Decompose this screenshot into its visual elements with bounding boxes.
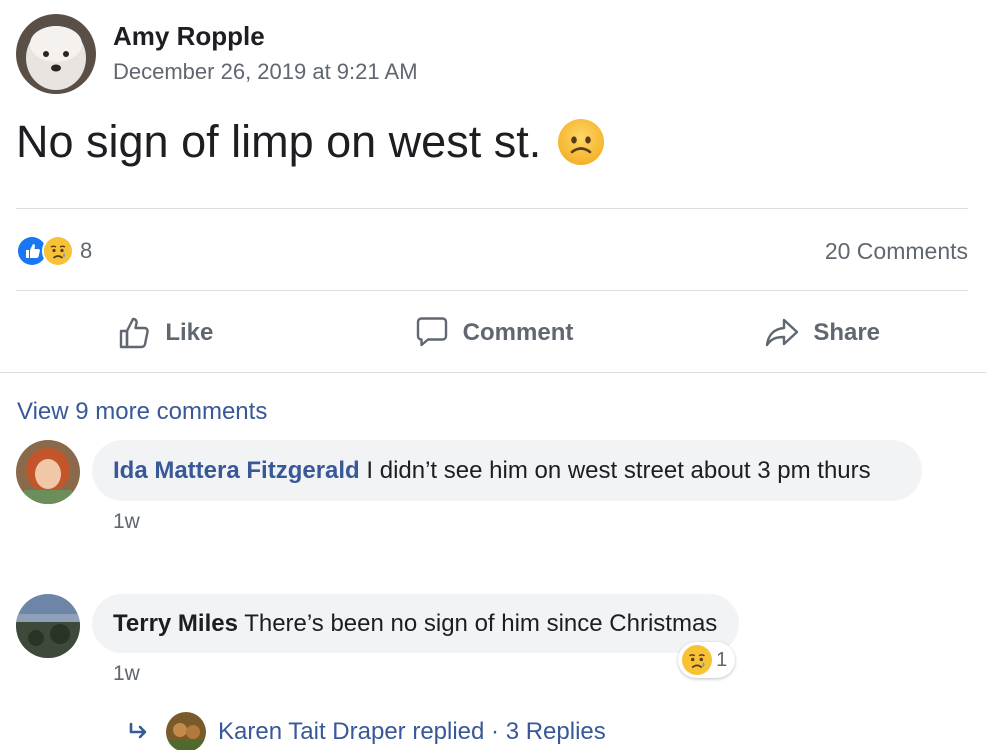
post-header: Amy Ropple December 26, 2019 at 9:21 AM [16, 14, 418, 94]
commenter-name[interactable]: Terry Miles [113, 610, 238, 637]
commenter-name[interactable]: Ida Mattera Fitzgerald [113, 457, 360, 484]
post-text-content: No sign of limp on west st. [16, 116, 542, 167]
share-button[interactable]: Share [657, 294, 986, 372]
reply-arrow-icon [129, 722, 147, 739]
author-avatar[interactable] [16, 14, 96, 94]
thumbs-up-icon [120, 317, 150, 349]
replies-label: Karen Tait Draper replied · 3 Replies [218, 718, 606, 745]
commenter-avatar[interactable] [16, 440, 80, 504]
comment-text: There’s been no sign of him since Christ… [244, 610, 718, 637]
divider [0, 372, 986, 373]
like-button[interactable]: Like [0, 294, 329, 372]
reaction-icons[interactable]: 8 [16, 235, 92, 267]
author-name[interactable]: Amy Ropple [113, 18, 418, 54]
reaction-count: 8 [80, 238, 93, 263]
view-more-comments-link[interactable]: View 9 more comments [17, 398, 267, 426]
reactions-summary: 8 20 Comments [16, 230, 968, 272]
sad-reaction-icon [42, 235, 74, 267]
comment-timestamp[interactable]: 1w [113, 510, 922, 534]
divider [16, 208, 968, 209]
post-actions: Like Comment Share [0, 294, 986, 372]
comment-bubble: Terry Miles There’s been no sign of him … [92, 594, 740, 653]
comment-button[interactable]: Comment [329, 294, 658, 372]
divider [16, 290, 968, 291]
share-label: Share [813, 319, 881, 346]
comment-reaction-count: 1 [716, 648, 728, 671]
comment-text: I didn’t see him on west street about 3 … [366, 457, 871, 484]
speech-bubble-icon [416, 317, 447, 347]
frowning-face-icon [557, 118, 605, 166]
comment-timestamp[interactable]: 1w [113, 662, 739, 686]
post-timestamp[interactable]: December 26, 2019 at 9:21 AM [113, 56, 418, 88]
share-arrow-icon [766, 318, 799, 347]
view-replies-link[interactable]: Karen Tait Draper replied · 3 Replies [128, 712, 606, 750]
comment: Terry Miles There’s been no sign of him … [16, 594, 740, 686]
comments-count-link[interactable]: 20 Comments [825, 238, 968, 265]
comment: Ida Mattera Fitzgerald I didn’t see him … [16, 440, 922, 534]
replier-avatar [166, 712, 206, 750]
comment-bubble: Ida Mattera Fitzgerald I didn’t see him … [92, 440, 922, 501]
comment-label: Comment [462, 319, 574, 346]
post-text: No sign of limp on west st. [16, 112, 605, 172]
comment-reaction-badge[interactable]: 1 [678, 642, 736, 678]
like-label: Like [165, 319, 214, 346]
commenter-avatar[interactable] [16, 594, 80, 658]
sad-reaction-icon [682, 645, 713, 675]
